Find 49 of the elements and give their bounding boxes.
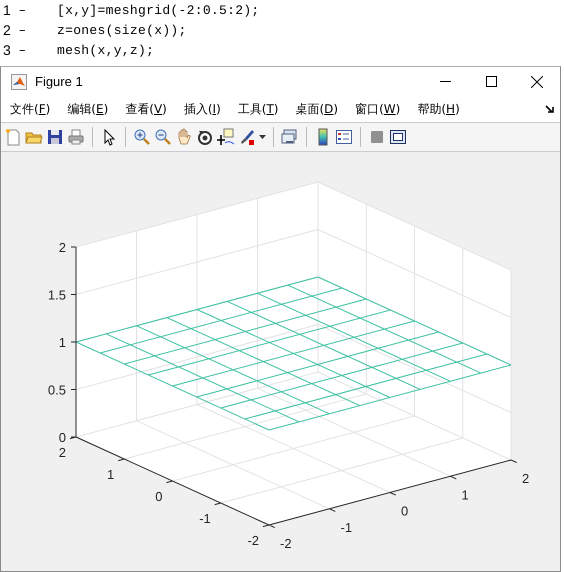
x-tick-label: 1 bbox=[462, 487, 469, 502]
menu-item[interactable]: 工具(T) bbox=[238, 100, 278, 118]
x-tick-label: -1 bbox=[340, 520, 352, 535]
menu-item[interactable]: 编辑(E) bbox=[67, 100, 108, 118]
z-tick-label: 1.5 bbox=[48, 288, 66, 302]
caret-icon[interactable] bbox=[259, 135, 266, 139]
menu-item[interactable]: 桌面(D) bbox=[295, 100, 338, 118]
y-tick-label: 2 bbox=[58, 445, 66, 460]
window-frame-icon[interactable] bbox=[389, 128, 407, 146]
zoom-in-icon[interactable] bbox=[133, 128, 151, 146]
rotate-icon[interactable] bbox=[196, 128, 214, 146]
linked-windows-icon[interactable] bbox=[281, 128, 299, 146]
line-marker: – bbox=[19, 42, 26, 58]
x-tick-label: 0 bbox=[401, 504, 408, 518]
x-tick-label: -2 bbox=[280, 536, 292, 551]
y-tick-label: -2 bbox=[247, 533, 259, 548]
menu-item[interactable]: 插入(I) bbox=[184, 100, 221, 118]
zoom-out-icon[interactable] bbox=[154, 128, 172, 146]
data-cursor-icon[interactable] bbox=[217, 128, 235, 146]
line-number: 1 bbox=[2, 2, 12, 18]
printer-icon[interactable] bbox=[67, 128, 85, 146]
code-line: mesh(x,y,z); bbox=[57, 42, 154, 58]
legend-icon[interactable] bbox=[335, 128, 353, 146]
z-tick-label: 0.5 bbox=[48, 382, 66, 398]
menu-item[interactable]: 文件(F) bbox=[10, 100, 50, 118]
line-number: 2 bbox=[2, 22, 12, 38]
line-number: 3 bbox=[2, 42, 12, 58]
close-icon bbox=[531, 76, 543, 88]
menu-item[interactable]: 窗口(W) bbox=[355, 100, 400, 118]
line-marker: – bbox=[19, 22, 26, 38]
maximize-icon bbox=[486, 76, 496, 87]
menu-item[interactable]: 查看(V) bbox=[125, 100, 167, 118]
z-tick-label: 0 bbox=[58, 430, 66, 445]
window-title: Figure 1 bbox=[35, 74, 83, 89]
line-marker: – bbox=[19, 2, 26, 18]
menu-item[interactable]: 帮助(H) bbox=[417, 100, 460, 118]
code-line: z=ones(size(x)); bbox=[57, 22, 187, 38]
peak-logo-icon bbox=[11, 74, 27, 90]
brush-icon[interactable] bbox=[238, 128, 256, 146]
y-tick-label: 1 bbox=[107, 467, 114, 482]
new-file-icon[interactable] bbox=[4, 128, 22, 146]
y-tick-label: -1 bbox=[199, 511, 211, 526]
z-tick-label: 1 bbox=[58, 335, 66, 350]
save-icon[interactable] bbox=[46, 128, 64, 146]
y-tick-label: 0 bbox=[155, 489, 162, 504]
z-tick-label: 2 bbox=[58, 240, 66, 255]
x-tick-label: 2 bbox=[522, 471, 530, 486]
code-line: [x,y]=meshgrid(-2:0.5:2); bbox=[57, 2, 260, 18]
dock-arrow-icon[interactable] bbox=[545, 104, 554, 114]
